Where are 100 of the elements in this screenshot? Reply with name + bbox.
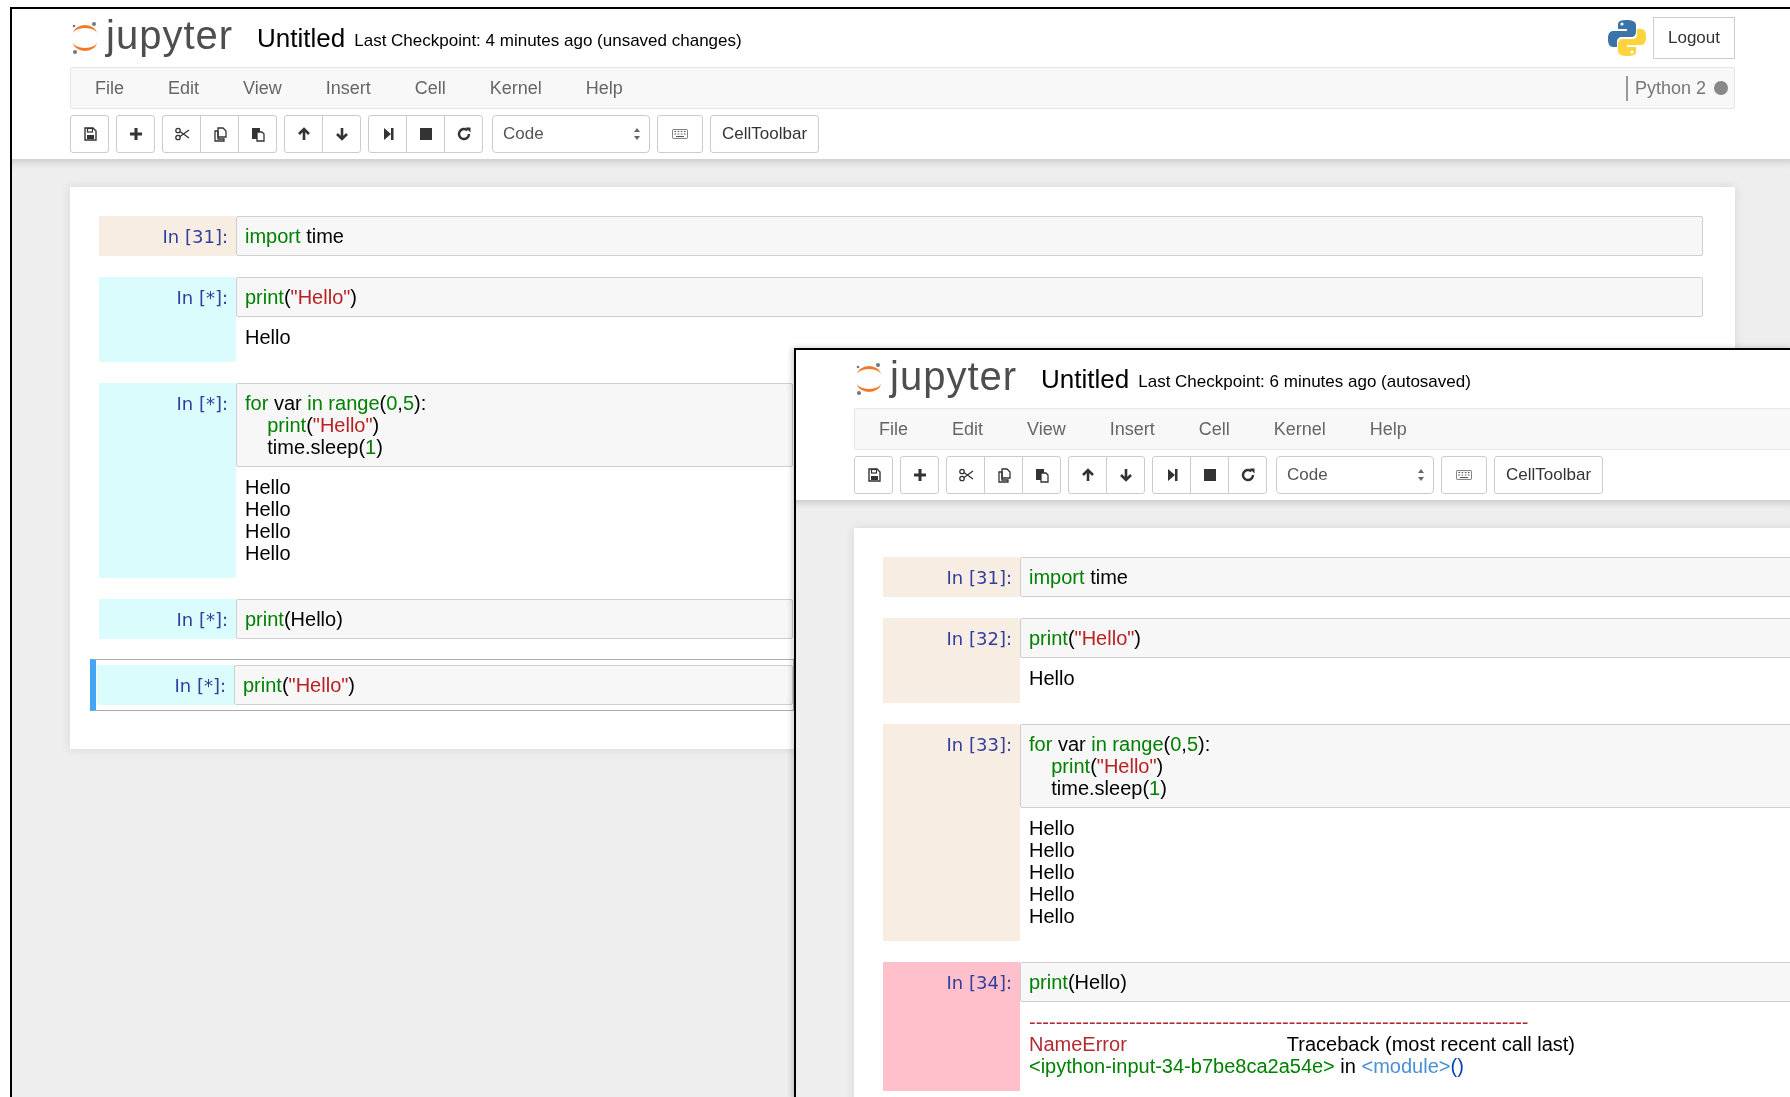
cell-type-dropdown[interactable]: Code (492, 115, 650, 153)
move-up-button[interactable] (284, 115, 323, 153)
copy-icon (995, 467, 1012, 483)
restart-button[interactable] (1228, 456, 1267, 494)
notebook-cell[interactable]: In [33]: for var in range(0,5): print("Hello") time.sleep(1) Hello Hello Hello Hello Hello (882, 723, 1790, 942)
stop-button[interactable] (406, 115, 445, 153)
add-cell-button[interactable] (116, 115, 155, 153)
menu-item[interactable]: Help (569, 77, 639, 99)
shortcuts-button[interactable] (657, 115, 703, 153)
notebook-cell[interactable]: In [31]: import time (882, 556, 1790, 598)
code-line: for var in range(0,5): (245, 392, 428, 414)
code-input[interactable]: for var in range(0,5): print("Hello") time.sleep(1) (236, 383, 793, 467)
clipboard-icon (249, 126, 266, 142)
logout-button[interactable]: Logout (1653, 17, 1735, 59)
down-arrow-icon (333, 126, 350, 142)
updown-caret-icon (633, 127, 641, 141)
code-line: for var in range(0,5): (1029, 733, 1212, 755)
menu-item[interactable]: File (79, 77, 140, 99)
menu-item[interactable]: View (227, 77, 298, 99)
cut-button[interactable] (162, 115, 201, 153)
notebook-cell[interactable]: In [*]: for var in range(0,5): print("Hello") time.sleep(1) Hello Hello Hello Hello (98, 382, 794, 579)
output-line: Hello (1029, 839, 1076, 861)
add-cell-button[interactable] (900, 456, 939, 494)
cell-prompt: In [32]: (883, 618, 1020, 703)
output-line: NameError Traceback (most recent call last) (1029, 1033, 1577, 1055)
python-logo-icon (1607, 18, 1647, 58)
notebook-cell[interactable]: In [*]: print("Hello") (90, 659, 794, 711)
refresh-icon (1239, 467, 1256, 483)
menu-item[interactable]: View (1011, 418, 1082, 440)
code-input[interactable]: print("Hello") (234, 665, 793, 705)
save-button[interactable] (70, 115, 109, 153)
code-input[interactable]: print(Hello) (236, 599, 793, 639)
stop-icon (417, 126, 434, 142)
save-button[interactable] (854, 456, 893, 494)
code-input[interactable]: print("Hello") (1020, 618, 1790, 658)
scissors-icon (957, 467, 974, 483)
cell-prompt: In [*]: (97, 665, 234, 705)
menu-item[interactable]: Insert (309, 77, 387, 99)
stop-button[interactable] (1190, 456, 1229, 494)
stop-icon (1201, 467, 1218, 483)
output-line: Hello (1029, 667, 1076, 689)
menu-item[interactable]: Cell (398, 77, 462, 99)
menu-item[interactable]: Edit (936, 418, 1000, 440)
code-input[interactable]: import time (1020, 557, 1790, 597)
paste-button[interactable] (1022, 456, 1061, 494)
logo-wordmark: jupyter (106, 15, 234, 55)
checkpoint-status: Last Checkpoint: 4 minutes ago (unsaved changes) (354, 31, 742, 51)
menu-item[interactable]: Kernel (473, 77, 558, 99)
refresh-icon (455, 126, 472, 142)
code-line: print(Hello) (245, 608, 344, 630)
output-line: Hello (245, 498, 292, 520)
kernel-name: Python 2 (1634, 77, 1706, 99)
move-down-button[interactable] (1106, 456, 1145, 494)
code-line: print(Hello) (1029, 971, 1128, 993)
cut-button[interactable] (946, 456, 985, 494)
notebook-cell[interactable]: In [34]: print(Hello) --------------------------------------------------------------------------- NameError Traceback (most recent call last) <ipython-input-34-b7be8ca2a54e> in <module>() (882, 961, 1790, 1092)
run-button[interactable] (368, 115, 407, 153)
menu-item[interactable]: Kernel (1257, 418, 1342, 440)
code-input[interactable]: for var in range(0,5): print("Hello") time.sleep(1) (1020, 724, 1790, 808)
code-input[interactable]: import time (236, 216, 1703, 256)
code-line: import time (245, 225, 345, 247)
notebook-cell[interactable]: In [31]: import time (98, 215, 1704, 257)
code-line: print("Hello") (266, 414, 381, 436)
shortcuts-button[interactable] (1441, 456, 1487, 494)
cell-prompt: In [34]: (883, 962, 1020, 1091)
output-line: --------------------------------------------------------------------------- (1029, 1011, 1530, 1033)
paste-button[interactable] (238, 115, 277, 153)
output-line: Hello (245, 326, 292, 348)
keyboard-icon (672, 126, 688, 142)
move-up-button[interactable] (1068, 456, 1107, 494)
celltoolbar-button[interactable]: CellToolbar (710, 115, 820, 153)
notebook-cell[interactable]: In [*]: print(Hello) (98, 598, 794, 640)
menu-item[interactable]: Help (1353, 418, 1423, 440)
notebook-cell[interactable]: In [32]: print("Hello") Hello (882, 617, 1790, 704)
notebook-title[interactable]: Untitled (257, 22, 346, 54)
output-line: Hello (245, 476, 292, 498)
code-input[interactable]: print(Hello) (1020, 962, 1790, 1002)
output-line: Hello (1029, 861, 1076, 883)
notebook-title[interactable]: Untitled (1041, 363, 1130, 395)
run-button[interactable] (1152, 456, 1191, 494)
code-input[interactable]: print("Hello") (236, 277, 1703, 317)
copy-button[interactable] (984, 456, 1023, 494)
output-line: Hello (245, 542, 292, 564)
menu-item[interactable]: Edit (152, 77, 216, 99)
menu-item[interactable]: File (863, 418, 924, 440)
code-line: time.sleep(1) (266, 436, 384, 458)
code-line: print("Hello") (1029, 627, 1143, 649)
output-line: Hello (1029, 817, 1076, 839)
code-line: print("Hello") (1050, 755, 1165, 777)
copy-button[interactable] (200, 115, 239, 153)
menu-item[interactable]: Insert (1093, 418, 1171, 440)
code-line: import time (1029, 566, 1129, 588)
celltoolbar-button[interactable]: CellToolbar (1494, 456, 1604, 494)
cell-type-dropdown[interactable]: Code (1276, 456, 1434, 494)
move-down-button[interactable] (322, 115, 361, 153)
menu-item[interactable]: Cell (1182, 418, 1246, 440)
keyboard-icon (1456, 467, 1472, 483)
restart-button[interactable] (444, 115, 483, 153)
code-line: time.sleep(1) (1050, 777, 1168, 799)
updown-caret-icon (1417, 468, 1425, 482)
